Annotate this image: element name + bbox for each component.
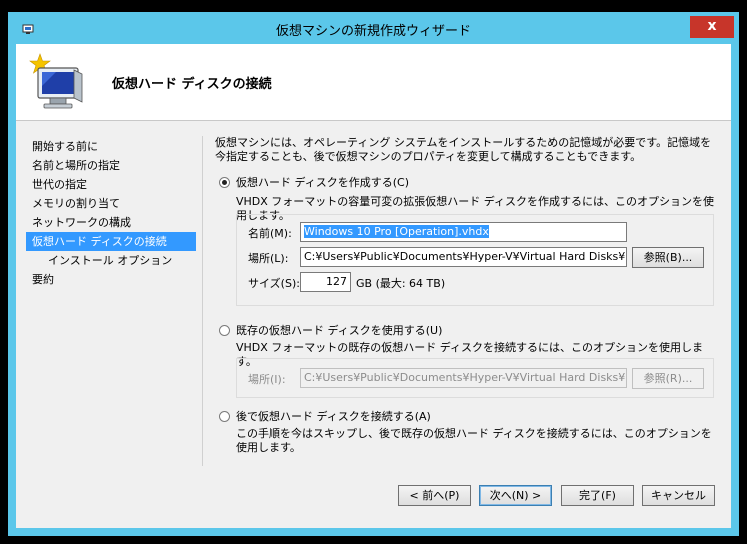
wizard-client-area: 仮想ハード ディスクの接続 開始する前に 名前と場所の指定 世代の指定 メモリの… <box>16 44 731 528</box>
nav-item-generation[interactable]: 世代の指定 <box>26 175 196 194</box>
existing-location-input[interactable]: C:¥Users¥Public¥Documents¥Hyper-V¥Virtua… <box>300 368 627 388</box>
existing-vhd-option[interactable]: 既存の仮想ハード ディスクを使用する(U) <box>219 322 442 338</box>
create-vhd-group: 名前(M): Windows 10 Pro [Operation].vhdx 場… <box>236 214 714 306</box>
create-vhd-label: 仮想ハード ディスクを作成する(C) <box>236 176 409 189</box>
nav-item-connect-vhd[interactable]: 仮想ハード ディスクの接続 <box>26 232 196 251</box>
nav-item-memory[interactable]: メモリの割り当て <box>26 194 196 213</box>
intro-text: 仮想マシンには、オペレーティング システムをインストールするための記憶域が必要で… <box>215 136 712 163</box>
create-vhd-radio[interactable] <box>219 176 230 188</box>
finish-button[interactable]: 完了(F) <box>561 485 634 506</box>
browse-location-button[interactable]: 参照(B)... <box>632 247 704 268</box>
window-title: 仮想マシンの新規作成ウィザード <box>275 24 471 39</box>
previous-button[interactable]: < 前へ(P) <box>398 485 471 506</box>
name-label: 名前(M): <box>248 227 292 240</box>
page-title: 仮想ハード ディスクの接続 <box>112 77 272 92</box>
nav-divider <box>202 136 203 466</box>
location-label: 場所(L): <box>248 252 289 265</box>
wizard-steps-nav: 開始する前に 名前と場所の指定 世代の指定 メモリの割り当て ネットワークの構成… <box>26 137 196 289</box>
existing-vhd-label: 既存の仮想ハード ディスクを使用する(U) <box>236 324 443 337</box>
vhd-name-value: Windows 10 Pro [Operation].vhdx <box>304 225 489 238</box>
nav-item-name-and-location[interactable]: 名前と場所の指定 <box>26 156 196 175</box>
existing-vhd-radio[interactable] <box>219 324 230 336</box>
vhd-size-input[interactable]: 127 <box>300 272 351 292</box>
nav-item-networking[interactable]: ネットワークの構成 <box>26 213 196 232</box>
wizard-window: 仮想マシンの新規作成ウィザード x 仮想ハード ディスクの接続 開始する前に 名… <box>8 12 739 536</box>
size-unit-label: GB (最大: 64 TB) <box>356 277 446 290</box>
create-vhd-option[interactable]: 仮想ハード ディスクを作成する(C) <box>219 174 409 190</box>
existing-vhd-group: 場所(I): C:¥Users¥Public¥Documents¥Hyper-V… <box>236 358 714 398</box>
nav-item-install-options[interactable]: インストール オプション <box>26 251 196 270</box>
vhd-name-input[interactable]: Windows 10 Pro [Operation].vhdx <box>300 222 627 242</box>
browse-existing-button[interactable]: 参照(R)... <box>632 368 704 389</box>
close-button[interactable]: x <box>690 16 734 38</box>
virtual-machine-wizard-icon <box>29 53 83 109</box>
title-bar[interactable]: 仮想マシンの新規作成ウィザード x <box>8 12 739 44</box>
attach-later-radio[interactable] <box>219 410 230 422</box>
size-label: サイズ(S): <box>248 277 300 290</box>
nav-item-before-you-begin[interactable]: 開始する前に <box>26 137 196 156</box>
existing-location-label: 場所(I): <box>248 373 286 386</box>
attach-later-option[interactable]: 後で仮想ハード ディスクを接続する(A) <box>219 408 431 424</box>
cancel-button[interactable]: キャンセル <box>642 485 715 506</box>
nav-item-summary[interactable]: 要約 <box>26 270 196 289</box>
next-button[interactable]: 次へ(N) > <box>479 485 552 506</box>
attach-later-description: この手順を今はスキップし、後で既存の仮想ハード ディスクを接続するには、このオプ… <box>236 427 712 454</box>
wizard-header: 仮想ハード ディスクの接続 <box>16 44 731 121</box>
attach-later-label: 後で仮想ハード ディスクを接続する(A) <box>236 410 431 423</box>
vhd-location-input[interactable]: C:¥Users¥Public¥Documents¥Hyper-V¥Virtua… <box>300 247 627 267</box>
